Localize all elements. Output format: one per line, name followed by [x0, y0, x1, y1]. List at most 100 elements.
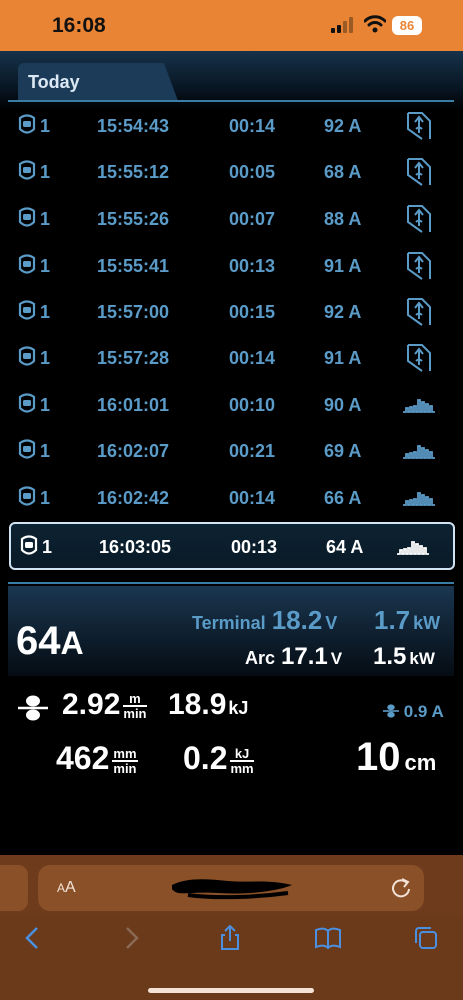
weld-duration: 00:13: [229, 256, 276, 276]
tiltscrew-icon: [402, 111, 436, 141]
welding-helmet-icon: [17, 207, 37, 229]
wire-speed-value: 2.92: [62, 688, 121, 721]
heat-input-value: 0.2: [183, 740, 228, 776]
terminal-power: 1.7: [374, 605, 411, 635]
share-icon[interactable]: [217, 925, 243, 951]
weld-duration: 00:13: [231, 537, 278, 557]
terminal-voltage: 18.2: [271, 605, 323, 635]
back-icon[interactable]: [20, 925, 46, 951]
welding-helmet-icon: [17, 346, 37, 368]
address-bar[interactable]: AA: [38, 865, 424, 911]
travel-speed-value: 462: [56, 740, 110, 776]
weld-duration: 00:21: [229, 441, 276, 461]
cellular-signal-icon: [331, 17, 353, 33]
welding-helmet-icon: [17, 114, 37, 136]
weld-current: 68 A: [324, 162, 362, 182]
arc-voltage-unit: V: [330, 649, 343, 668]
weld-length-unit: cm: [404, 750, 437, 775]
weld-start-time: 15:57:28: [97, 348, 170, 368]
weld-length-value: 10: [356, 735, 401, 779]
heat-input-unit-num: kJ: [230, 747, 254, 762]
forward-icon[interactable]: [118, 925, 144, 951]
terminal-readout: Terminal 18.2 V 1.7 kW: [192, 605, 440, 636]
terminal-voltage-unit: V: [325, 613, 338, 633]
wire-speed-unit-num: m: [123, 692, 147, 708]
pulse-icon: [402, 483, 436, 513]
welding-helmet-icon: [19, 535, 39, 557]
weld-row[interactable]: 1 15:55:12 00:05 68 A: [0, 149, 463, 195]
weld-row[interactable]: 1 15:55:41 00:13 91 A: [0, 243, 463, 289]
weld-row[interactable]: 1 16:02:07 00:21 69 A: [0, 428, 463, 474]
weld-start-time: 16:01:01: [97, 395, 170, 415]
weld-job-number: 1: [40, 395, 51, 415]
welding-log-app: Today 1 15:54:43 00:14 92 A 1 15:55:12 00:05 68…: [0, 51, 463, 855]
weld-job-number: 1: [42, 537, 53, 557]
weld-start-time: 15:57:00: [97, 302, 170, 322]
weld-start-time: 16:03:05: [99, 537, 172, 557]
arc-power: 1.5: [373, 643, 407, 670]
weld-current: 66 A: [324, 488, 362, 508]
pulse-icon: [396, 532, 430, 562]
tiltscrew-icon: [402, 204, 436, 234]
weld-row[interactable]: 1 16:02:42 00:14 66 A: [0, 475, 463, 521]
current-unit: A: [60, 625, 84, 661]
weld-job-number: 1: [40, 348, 51, 368]
battery-icon: 86: [392, 16, 422, 35]
weld-start-time: 15:55:12: [97, 162, 170, 182]
tab-today-label: Today: [28, 72, 80, 92]
pulse-icon: [402, 390, 436, 420]
welding-helmet-icon: [17, 393, 37, 415]
travel-speed-unit-den: min: [113, 760, 137, 776]
welding-helmet-icon: [17, 486, 37, 508]
arc-readout: Arc 17.1 V 1.5 kW: [245, 643, 435, 671]
weld-current: 92 A: [324, 116, 362, 136]
weld-job-number: 1: [40, 441, 51, 461]
weld-row[interactable]: 1 15:54:43 00:14 92 A: [0, 103, 463, 149]
welding-helmet-icon: [17, 160, 37, 182]
energy-unit: kJ: [228, 698, 249, 718]
weld-duration: 00:05: [229, 162, 276, 182]
divider: [8, 100, 454, 102]
divider: [8, 582, 454, 584]
weld-row-selected[interactable]: 1 16:03:05 00:13 64 A: [9, 522, 455, 570]
weld-row[interactable]: 1 15:57:28 00:14 91 A: [0, 335, 463, 381]
text-size-button[interactable]: AA: [57, 879, 76, 897]
weld-duration: 00:14: [229, 348, 276, 368]
weld-length: 10 cm: [356, 735, 436, 780]
arc-label: Arc: [245, 648, 276, 668]
weld-job-number: 1: [40, 162, 51, 182]
terminal-power-unit: kW: [413, 613, 441, 633]
reload-icon[interactable]: [390, 877, 412, 899]
weld-start-time: 16:02:42: [97, 488, 170, 508]
redacted-url: [172, 879, 292, 900]
arc-power-unit: kW: [409, 649, 435, 668]
weld-current: 88 A: [324, 209, 362, 229]
tiltscrew-icon: [402, 157, 436, 187]
welding-helmet-icon: [17, 254, 37, 276]
weld-job-number: 1: [40, 209, 51, 229]
arc-voltage: 17.1: [281, 643, 328, 670]
weld-start-time: 15:55:26: [97, 209, 170, 229]
weld-duration: 00:15: [229, 302, 276, 322]
energy-readout: 18.9 kJ: [168, 688, 248, 722]
wifi-icon: [364, 15, 386, 33]
wire-speed-unit-den: min: [123, 706, 147, 722]
weld-row[interactable]: 1 15:57:00 00:15 92 A: [0, 289, 463, 335]
bookmarks-icon[interactable]: [314, 925, 342, 951]
tiltscrew-icon: [402, 251, 436, 281]
weld-row[interactable]: 1 16:01:01 00:10 90 A: [0, 382, 463, 428]
previous-tab-preview[interactable]: [0, 865, 28, 911]
weld-duration: 00:07: [229, 209, 276, 229]
current-readout: 64A: [16, 619, 84, 664]
tabs-icon[interactable]: [413, 925, 439, 951]
browser-toolbar: AA: [0, 855, 463, 1000]
status-time: 16:08: [52, 14, 106, 37]
welding-helmet-icon: [17, 300, 37, 322]
weld-duration: 00:10: [229, 395, 276, 415]
weld-current: 69 A: [324, 441, 362, 461]
motor-current-readout: 0.9 A: [383, 702, 444, 722]
weld-current: 90 A: [324, 395, 362, 415]
pulse-icon: [402, 436, 436, 466]
current-value: 64: [16, 619, 61, 663]
weld-row[interactable]: 1 15:55:26 00:07 88 A: [0, 196, 463, 242]
